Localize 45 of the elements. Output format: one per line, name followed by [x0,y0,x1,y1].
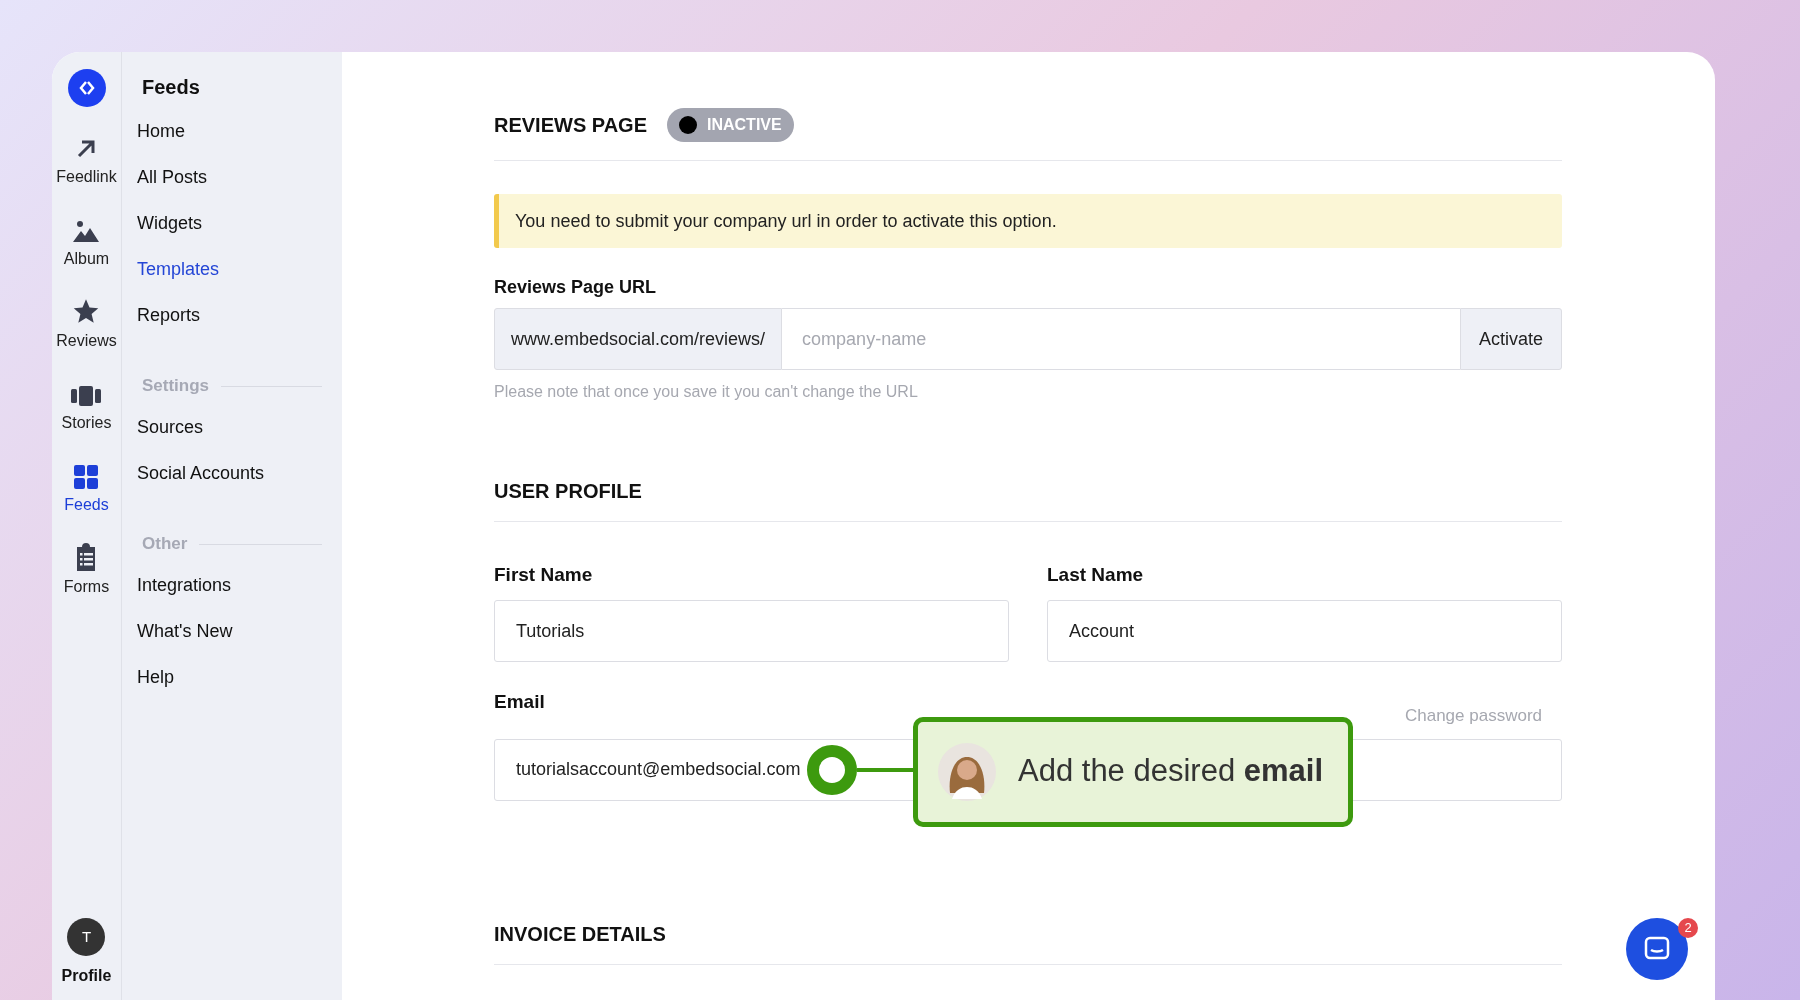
rail-item[interactable]: Feedlink [56,127,117,189]
profile-label[interactable]: Profile [61,964,112,988]
activate-button[interactable]: Activate [1459,308,1562,370]
sidebar-item[interactable]: Home [137,108,322,154]
avatar[interactable]: T [67,918,106,956]
field-label: First Name [494,563,594,587]
section-heading: Other [142,533,188,556]
sidebar-item[interactable]: Widgets [137,200,322,246]
section-title: REVIEWS PAGE [494,113,647,138]
sidebar-item[interactable]: Sources [137,404,322,450]
warning-alert: You need to submit your company url in order to activate this option. [494,194,1562,248]
logo-icon[interactable] [67,69,106,107]
rail-item[interactable]: Stories [56,373,117,435]
section-title: INVOICE DETAILS [494,922,666,945]
mountain-icon [72,219,101,243]
sidebar-title: Feeds [141,75,201,98]
rail-item[interactable]: Reviews [56,291,117,353]
star-icon [72,297,101,325]
company-name-field[interactable]: company-name [782,308,1460,370]
section-heading: Settings [142,375,210,398]
rail-item[interactable]: Feeds [56,455,117,517]
avatar-icon [938,742,996,801]
field-label: Reviews Page URL [494,276,658,299]
stories-icon [71,385,102,407]
sidebar-item[interactable]: Templates [137,246,322,292]
pointer-marker [807,744,857,795]
sidebar-item[interactable]: Help [137,654,322,700]
sidebar-item[interactable]: Reports [137,292,322,338]
clipboard-icon [75,543,98,571]
grid-icon [74,465,99,489]
tooltip-text: Add the desired email [1018,752,1324,791]
rail-item[interactable]: Album [56,209,117,271]
url-note: Please note that once you save it you can't change the URL [494,382,919,402]
sidebar-item[interactable]: Integrations [137,562,322,608]
rail-item[interactable]: Forms [56,537,117,599]
sidebar-item[interactable]: What's New [137,608,322,654]
url-prefix: www.embedsocial.com/reviews/ [494,308,783,370]
section-title: USER PROFILE [494,480,642,502]
sidebar-item[interactable]: All Posts [137,154,322,200]
text-field[interactable]: Account [1047,600,1562,662]
field-label: Email [494,690,545,714]
text-field[interactable]: Tutorials [494,600,1009,662]
field-label: Last Name [1047,563,1145,587]
notification-badge: 2 [1678,918,1698,938]
sidebar-item[interactable]: Social Accounts [137,450,322,496]
